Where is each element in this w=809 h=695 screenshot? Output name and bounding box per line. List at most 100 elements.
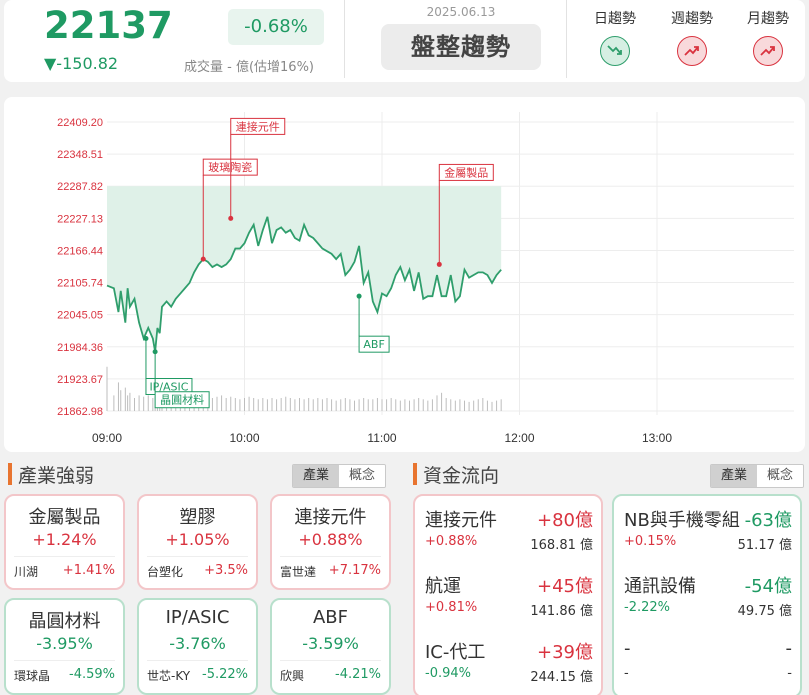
flow-row[interactable]: 航運 +45億 +0.81% 141.86 億 [415,562,601,628]
flow-row[interactable]: 通訊設備 -54億 -2.22% 49.75 億 [614,562,800,628]
flow-turnover: 49.75 億 [737,604,792,619]
y-tick-label: 22287.82 [57,181,103,193]
flow-amount: +45億 [537,576,593,597]
industry-title: 產業強弱 [18,465,95,487]
x-tick-label: 11:00 [367,431,396,445]
industry-pct: +1.24% [32,530,97,549]
outflow-card: NB與手機零組 -63億 +0.15% 51.17 億通訊設備 -54億 -2.22% 49… [612,494,802,695]
flow-name: NB與手機零組 [624,510,740,531]
trend-down-icon [600,36,630,66]
leading-stock: 富世達 [280,565,317,579]
volume-text: 成交量 - 億(估增16%) [184,60,314,75]
y-tick-label: 21862.98 [57,406,103,418]
intraday-chart[interactable]: 22409.20 22348.51 22287.82 22227.13 22166.44… [4,97,805,452]
header-divider [344,0,345,78]
flow-row[interactable]: NB與手機零組 -63億 +0.15% 51.17 億 [614,496,800,562]
flow-turnover: 141.86 億 [530,604,593,619]
leading-stock: 川湖 [14,565,39,579]
leading-stock-pct: -4.59% [69,667,115,682]
industry-pct: -3.95% [36,634,93,653]
flow-pct: +0.81% [425,600,478,615]
flow-row[interactable]: IC-代工 +39億 -0.94% 244.15 億 [415,628,601,694]
flow-amount: +39億 [537,642,593,663]
flow-name: 航運 [425,576,461,597]
industry-pct: -3.76% [169,634,226,653]
industry-section-header: 產業強弱 產業 概念 [8,461,386,488]
daily-trend[interactable]: 日趨勢 [585,8,645,66]
flow-toggle: 產業 概念 [710,464,804,488]
card-divider [14,660,115,661]
flow-toggle-industry[interactable]: 產業 [711,465,757,487]
card-divider [14,556,115,557]
flow-turnover: - [787,666,792,681]
intraday-chart-svg: 22409.20 22348.51 22287.82 22227.13 22166.44… [57,112,794,445]
index-change-pct: -0.68% [228,9,324,45]
x-tick-label: 09:00 [92,431,122,445]
industry-name: 連接元件 [294,507,367,528]
flow-pct: - [624,666,629,681]
weekly-trend[interactable]: 週趨勢 [662,8,722,66]
industry-card[interactable]: 金屬製品 +1.24% 川湖 +1.41% [4,494,125,590]
annotation-point [228,215,234,221]
flow-section-header: 資金流向 產業 概念 [413,461,804,488]
flow-pct: +0.15% [624,534,677,549]
industry-card[interactable]: ABF -3.59% 欣興 -4.21% [270,598,391,695]
industry-pct: -3.59% [302,634,359,653]
section-accent [8,463,12,485]
industry-name: IP/ASIC [165,607,230,628]
card-divider [147,660,248,661]
trend-up-icon [677,36,707,66]
industry-card[interactable]: 塑膠 +1.05% 台塑化 +3.5% [137,494,258,590]
flow-amount: -63億 [744,510,792,531]
leading-stock: 世芯-KY [147,669,191,683]
y-tick-label: 22166.44 [57,245,103,257]
leading-stock-pct: -5.22% [202,667,248,682]
annotation-point [436,261,442,267]
monthly-trend-label: 月趨勢 [747,11,789,27]
market-date: 2025.06.13 [426,5,496,19]
index-change: ▼-150.82 [44,54,119,73]
y-tick-label: 22227.13 [57,213,103,225]
leading-stock: 欣興 [280,669,305,683]
leading-stock-pct: +3.5% [204,563,248,578]
x-tick-label: 12:00 [504,431,534,445]
header-divider [566,0,567,78]
industry-pct: +1.05% [165,530,230,549]
flow-row[interactable]: 連接元件 +80億 +0.88% 168.81 億 [415,496,601,562]
monthly-trend[interactable]: 月趨勢 [738,8,798,66]
flow-name: 連接元件 [425,510,497,531]
section-accent [413,463,417,485]
flow-pct: +0.88% [425,534,478,549]
flow-amount: - [785,638,793,659]
industry-name: 金屬製品 [28,507,101,528]
industry-card[interactable]: 連接元件 +0.88% 富世達 +7.17% [270,494,391,590]
y-tick-label: 21984.36 [57,342,103,354]
flow-row[interactable]: - - - - [614,628,800,694]
annotation-label: ABF [363,338,384,351]
price-area [107,186,502,352]
industry-card[interactable]: IP/ASIC -3.76% 世芯-KY -5.22% [137,598,258,695]
daily-trend-label: 日趨勢 [594,11,636,27]
annotation-point [152,349,158,355]
industry-name: ABF [312,607,348,628]
flow-amount: -54億 [744,576,792,597]
flow-toggle-concept[interactable]: 概念 [757,465,803,487]
y-tick-label: 22409.20 [57,117,103,129]
x-tick-label: 10:00 [229,431,259,445]
y-tick-label: 22348.51 [57,149,103,161]
industry-name: 晶圓材料 [28,611,101,632]
card-divider [280,556,381,557]
flow-name: 通訊設備 [624,576,696,597]
flow-pct: -2.22% [624,600,670,615]
trend-up-icon [753,36,783,66]
leading-stock: 台塑化 [147,565,184,579]
weekly-trend-label: 週趨勢 [671,11,713,27]
flow-name: IC-代工 [425,642,486,663]
industry-toggle-concept[interactable]: 概念 [339,465,385,487]
industry-card[interactable]: 晶圓材料 -3.95% 環球晶 -4.59% [4,598,125,695]
inflow-card: 連接元件 +80億 +0.88% 168.81 億航運 +45億 +0.81% 141.86… [413,494,603,695]
industry-toggle-industry[interactable]: 產業 [293,465,339,487]
leading-stock-pct: +1.41% [62,563,115,578]
flow-turnover: 51.17 億 [737,538,792,553]
y-tick-label: 22105.74 [57,278,103,290]
